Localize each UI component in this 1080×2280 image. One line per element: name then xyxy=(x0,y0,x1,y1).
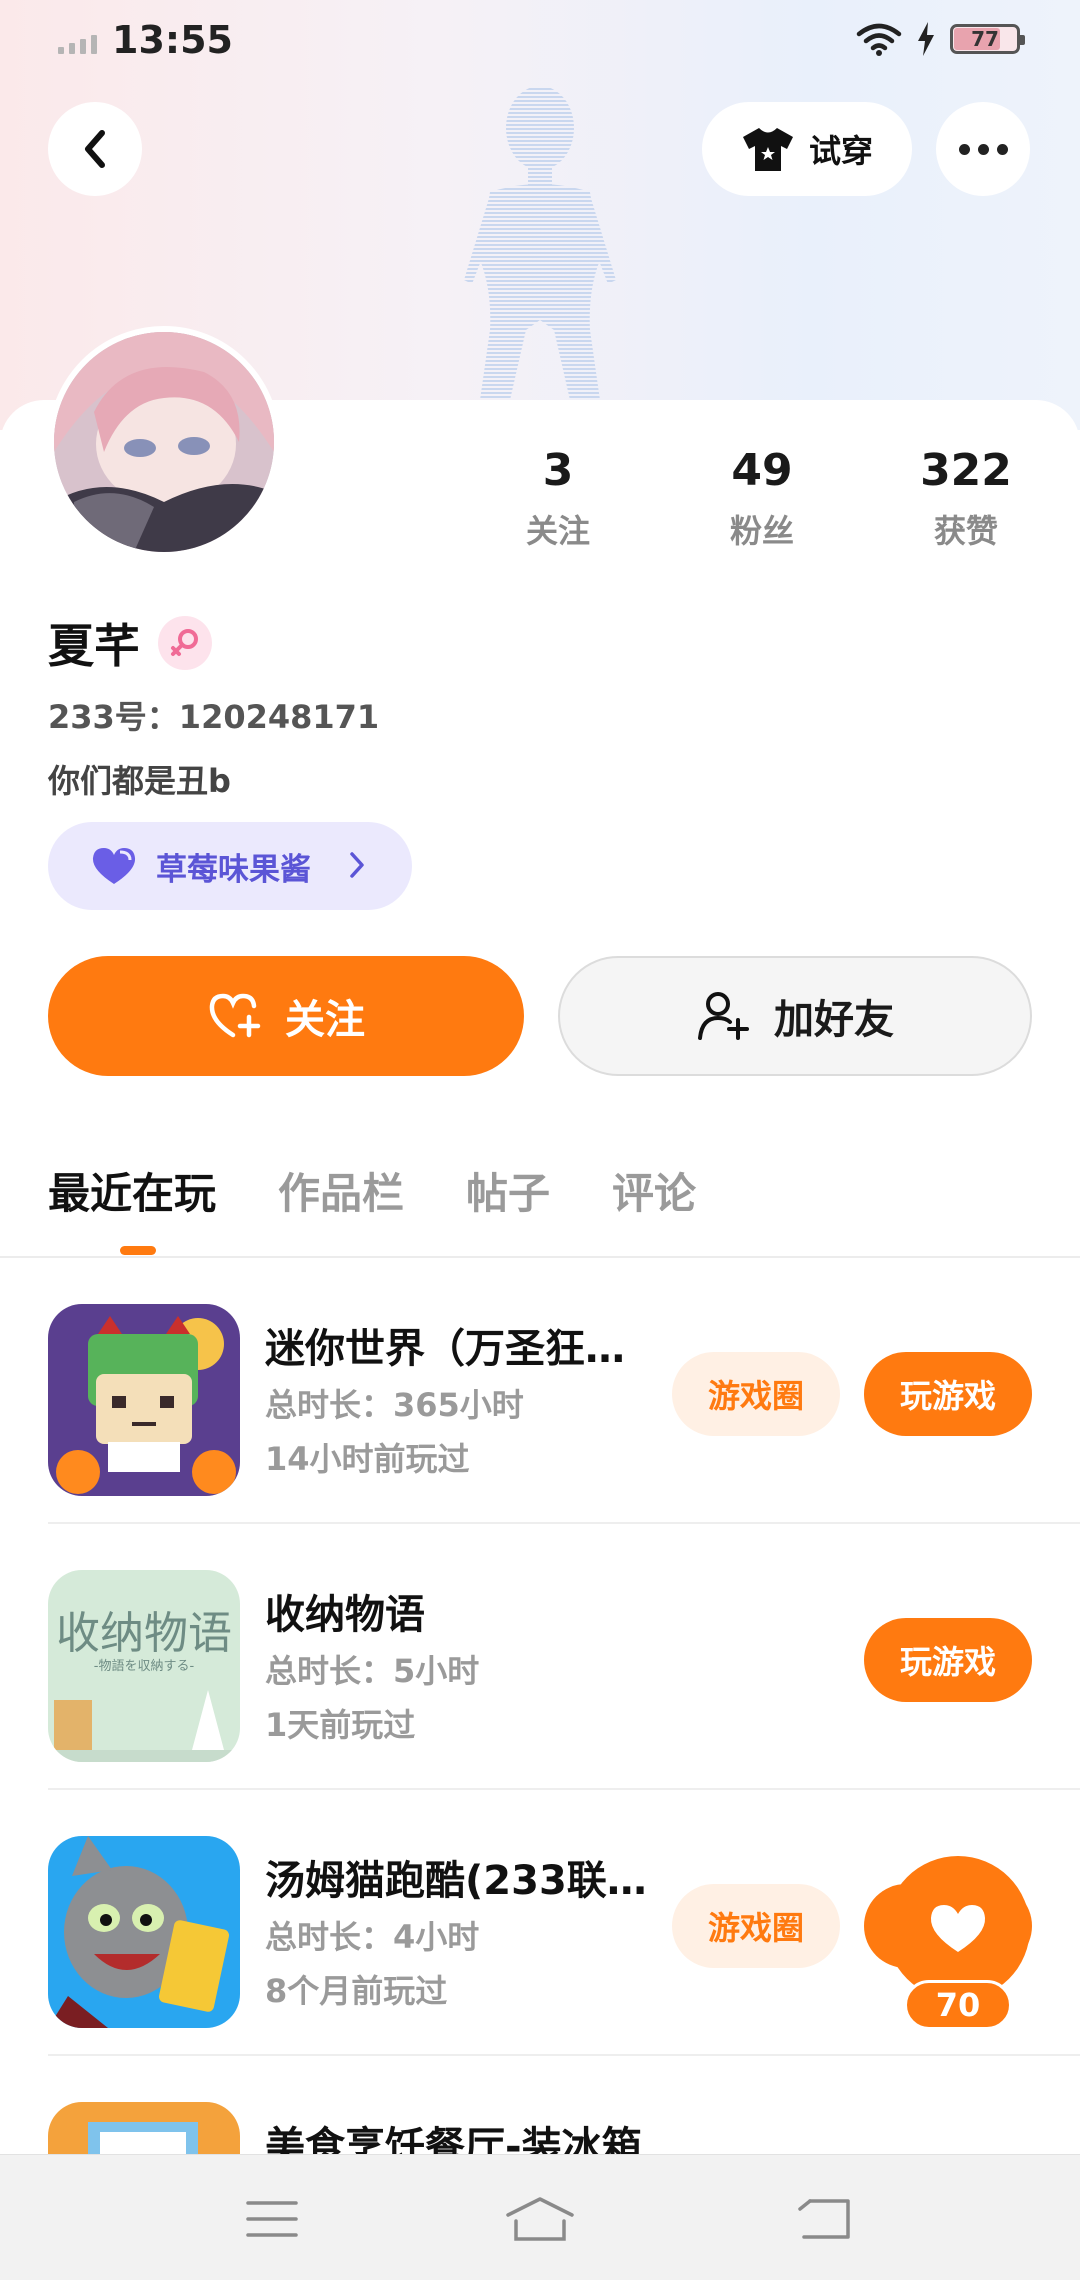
game-row[interactable]: 迷你世界（万圣狂… 总时长：365小时 14小时前玩过 游戏圈 玩游戏 xyxy=(0,1258,1080,1524)
battery-level: 77 xyxy=(971,27,999,51)
game-circle-button[interactable]: 游戏圈 xyxy=(672,1884,840,1968)
game-duration: 总时长：4小时 xyxy=(265,1918,480,1956)
stat-label: 关注 xyxy=(525,512,590,550)
wifi-icon xyxy=(856,23,902,56)
avatar-outfit-figure xyxy=(464,86,616,400)
game-last-played: 8个月前玩过 xyxy=(265,1972,448,2010)
floating-like-button[interactable] xyxy=(886,1856,1030,2000)
stat-value: 322 xyxy=(920,445,1012,496)
menu-icon[interactable] xyxy=(232,2191,312,2247)
play-game-button[interactable]: 玩游戏 xyxy=(864,1352,1032,1436)
game-title: 迷你世界（万圣狂… xyxy=(265,1326,625,1372)
avatar-image xyxy=(54,332,274,552)
user-name: 夏芊 xyxy=(48,619,140,673)
charging-icon xyxy=(918,22,934,56)
game-duration: 总时长：5小时 xyxy=(265,1652,480,1690)
try-on-button[interactable]: 试穿 xyxy=(702,102,912,196)
stat-value: 3 xyxy=(542,445,574,496)
user-bio: 你们都是丑b xyxy=(48,762,231,800)
stat-following[interactable]: 3 关注 xyxy=(478,445,638,552)
add-friend-button[interactable]: 加好友 xyxy=(558,956,1032,1076)
status-time: 13:55 xyxy=(112,18,233,62)
play-game-button[interactable]: 玩游戏 xyxy=(864,1618,1032,1702)
chevron-left-icon xyxy=(85,130,105,168)
game-row[interactable]: 收纳物语 -物語を収納する- 收纳物语 总时长：5小时 1天前玩过 玩游戏 xyxy=(0,1524,1080,1790)
back-nav-icon[interactable] xyxy=(784,2191,864,2247)
follow-label: 关注 xyxy=(285,997,365,1043)
heart-icon xyxy=(92,848,136,884)
heart-icon xyxy=(930,1905,986,1952)
system-nav-bar xyxy=(0,2154,1080,2280)
game-duration: 总时长：365小时 xyxy=(265,1386,524,1424)
shirt-icon xyxy=(742,128,793,171)
more-button[interactable] xyxy=(936,102,1030,196)
game-last-played: 14小时前玩过 xyxy=(265,1440,470,1478)
stat-followers[interactable]: 49 粉丝 xyxy=(682,445,842,552)
game-icon-text: 收纳物语 xyxy=(56,1608,232,1659)
back-button[interactable] xyxy=(48,102,142,196)
tab-posts[interactable]: 帖子 xyxy=(466,1160,550,1221)
chevron-right-icon xyxy=(350,852,364,878)
tab-comments[interactable]: 评论 xyxy=(612,1160,696,1221)
game-icon-subtext: -物語を収納する- xyxy=(94,1658,195,1674)
user-id: 233号：120248171 xyxy=(48,698,380,736)
game-last-played: 1天前玩过 xyxy=(265,1706,416,1744)
more-icon xyxy=(958,143,1008,155)
signal-icon xyxy=(58,32,97,54)
game-icon-storage-story: 收纳物语 -物語を収納する- xyxy=(48,1570,240,1762)
heart-plus-icon xyxy=(209,993,261,1038)
home-icon[interactable] xyxy=(500,2191,580,2247)
game-icon-mini-world xyxy=(48,1304,240,1496)
status-bar: 13:55 77 xyxy=(0,0,1080,90)
add-friend-label: 加好友 xyxy=(774,997,894,1043)
profile-tabs: 最近在玩 作品栏 帖子 评论 xyxy=(48,1160,696,1255)
stat-value: 49 xyxy=(731,445,793,496)
stat-likes[interactable]: 322 获赞 xyxy=(886,445,1046,552)
name-row: 夏芊 xyxy=(48,610,212,676)
follow-button[interactable]: 关注 xyxy=(48,956,524,1076)
tab-recent[interactable]: 最近在玩 xyxy=(48,1160,216,1255)
tab-works[interactable]: 作品栏 xyxy=(278,1160,404,1221)
profile-tag-label: 草莓味果酱 xyxy=(156,851,311,888)
floating-like-count: 70 xyxy=(904,1980,1012,2030)
add-user-icon xyxy=(698,992,749,1040)
stat-label: 粉丝 xyxy=(729,512,794,550)
try-on-label: 试穿 xyxy=(808,132,873,170)
game-icon-tom-cat xyxy=(48,1836,240,2028)
stat-label: 获赞 xyxy=(933,512,998,550)
battery-icon: 77 xyxy=(950,24,1025,54)
avatar[interactable] xyxy=(48,326,280,558)
game-title: 收纳物语 xyxy=(265,1592,425,1638)
female-icon xyxy=(158,616,212,670)
profile-tag-chip[interactable]: 草莓味果酱 xyxy=(48,822,412,910)
game-title: 汤姆猫跑酷(233联… xyxy=(265,1858,647,1904)
game-circle-button[interactable]: 游戏圈 xyxy=(672,1352,840,1436)
